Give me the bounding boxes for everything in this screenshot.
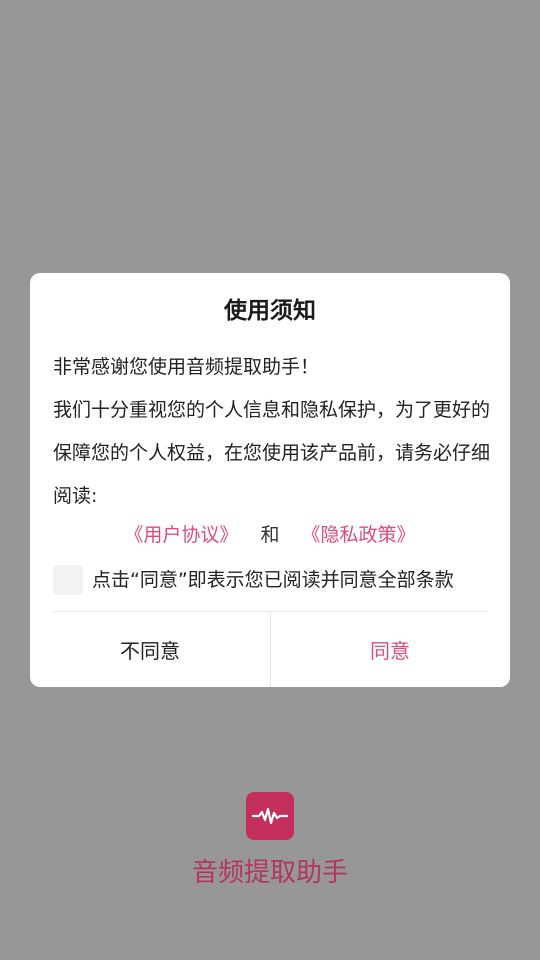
- privacy-notice-text: 我们十分重视您的个人信息和隐私保护，为了更好的保障您的个人权益，在您使用该产品前…: [53, 399, 491, 507]
- policy-links: 《用户协议》 和 《隐私政策》: [30, 520, 510, 550]
- user-agreement-link[interactable]: 《用户协议》: [124, 524, 238, 546]
- consent-text: 点击“同意”即表示您已阅读并同意全部条款: [92, 569, 454, 591]
- privacy-policy-link[interactable]: 《隐私政策》: [302, 524, 416, 546]
- and-text: 和: [260, 524, 280, 546]
- thanks-text: 非常感谢您使用音频提取助手！: [53, 356, 320, 378]
- consent-checkbox[interactable]: [53, 565, 83, 595]
- disagree-button[interactable]: 不同意: [30, 612, 270, 687]
- consent-row: 点击“同意”即表示您已阅读并同意全部条款: [53, 565, 454, 595]
- dialog-body: 非常感谢您使用音频提取助手！ 我们十分重视您的个人信息和隐私保护，为了更好的保障…: [53, 346, 493, 518]
- audio-waveform-icon: [246, 792, 294, 840]
- dialog-title: 使用须知: [224, 298, 316, 324]
- app-name: 音频提取助手: [191, 858, 348, 888]
- agree-button[interactable]: 同意: [270, 612, 510, 687]
- terms-dialog: 使用须知 非常感谢您使用音频提取助手！ 我们十分重视您的个人信息和隐私保护，为了…: [30, 273, 510, 687]
